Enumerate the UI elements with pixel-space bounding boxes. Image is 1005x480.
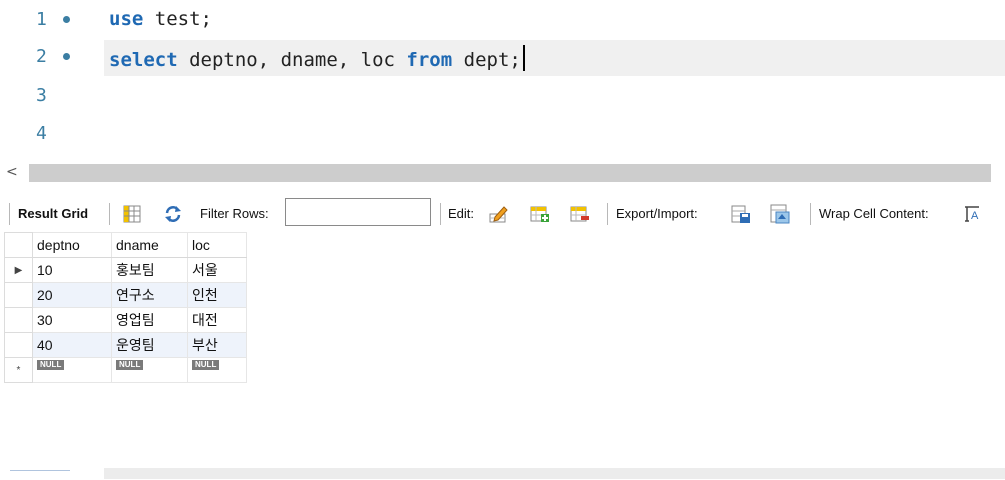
grid-view-icon[interactable] — [122, 204, 142, 224]
add-row-icon[interactable] — [530, 204, 550, 224]
table-cell[interactable]: NULL — [111, 357, 188, 383]
table-cell[interactable]: 연구소 — [111, 282, 188, 308]
table-row[interactable]: ▶ 10 홍보팀 서울 — [4, 257, 247, 283]
table-cell[interactable]: 서울 — [187, 257, 247, 283]
import-icon[interactable] — [770, 204, 790, 224]
delete-row-icon[interactable] — [570, 204, 590, 224]
code-text[interactable]: select deptno, dname, loc from dept; — [109, 45, 525, 71]
row-header[interactable]: ▶ — [4, 257, 33, 283]
current-row-arrow-icon: ▶ — [14, 264, 23, 276]
result-grid-tab[interactable]: Result Grid — [18, 206, 88, 221]
table-cell[interactable]: NULL — [32, 357, 112, 383]
edit-row-icon[interactable] — [489, 204, 509, 224]
toolbar-divider — [9, 203, 10, 225]
line-number: 1 — [36, 9, 47, 30]
refresh-icon[interactable] — [163, 204, 183, 224]
line-number: 3 — [36, 85, 47, 106]
toolbar-divider — [440, 203, 441, 225]
wrap-cell-label: Wrap Cell Content: — [819, 206, 929, 221]
filter-rows-label: Filter Rows: — [200, 206, 269, 221]
code-text[interactable]: use test; — [109, 8, 212, 30]
table-cell[interactable]: 부산 — [187, 332, 247, 358]
wrap-cell-icon[interactable]: A — [962, 204, 982, 224]
scroll-left-arrow-icon[interactable]: < — [6, 164, 18, 180]
row-header[interactable] — [4, 282, 33, 308]
statement-dot-icon — [63, 53, 70, 60]
toolbar-divider — [109, 203, 110, 225]
result-grid[interactable]: deptno dname loc ▶ 10 홍보팀 서울 20 연구소 인천 30 영업팀 대전 40 운… — [4, 232, 247, 383]
sql-keyword: use — [109, 8, 144, 30]
table-cell[interactable]: 40 — [32, 332, 112, 358]
row-header[interactable] — [4, 332, 33, 358]
column-header-loc[interactable]: loc — [187, 232, 247, 258]
table-cell[interactable]: 30 — [32, 307, 112, 333]
sql-text: test; — [143, 8, 212, 30]
sql-keyword: select — [109, 49, 178, 71]
grid-header-row: deptno dname loc — [4, 232, 247, 258]
editor-line[interactable]: 4 — [0, 117, 1005, 153]
table-cell[interactable]: 홍보팀 — [111, 257, 188, 283]
null-badge: NULL — [116, 360, 144, 370]
table-cell[interactable]: 운영팀 — [111, 332, 188, 358]
null-badge: NULL — [192, 360, 220, 370]
export-icon[interactable] — [731, 204, 751, 224]
line-number: 4 — [36, 123, 47, 144]
table-cell[interactable]: NULL — [187, 357, 247, 383]
table-cell[interactable]: 영업팀 — [111, 307, 188, 333]
line-number: 2 — [36, 46, 47, 67]
toolbar-divider — [607, 203, 608, 225]
new-row[interactable]: * NULL NULL NULL — [4, 357, 247, 383]
row-header-corner — [4, 232, 33, 258]
editor-line[interactable]: 2 select deptno, dname, loc from dept; — [0, 40, 1005, 76]
sql-text: dept; — [452, 49, 521, 71]
table-cell[interactable]: 20 — [32, 282, 112, 308]
text-caret — [522, 45, 525, 71]
row-header[interactable] — [4, 307, 33, 333]
scrollbar-thumb[interactable] — [29, 164, 991, 182]
bottom-panel-strip — [104, 468, 1005, 479]
sql-text: deptno, dname, loc — [177, 49, 407, 71]
column-header-dname[interactable]: dname — [111, 232, 188, 258]
filter-rows-input[interactable] — [285, 198, 431, 226]
row-header[interactable]: * — [4, 357, 33, 383]
editor-line[interactable]: 1 use test; — [0, 3, 1005, 39]
export-import-label: Export/Import: — [616, 206, 698, 221]
sql-editor[interactable]: 1 use test; 2 select deptno, dname, loc fro… — [0, 0, 1005, 160]
null-badge: NULL — [37, 360, 65, 370]
table-cell[interactable]: 인천 — [187, 282, 247, 308]
sql-keyword: from — [406, 49, 453, 71]
editor-horizontal-scrollbar[interactable]: < — [0, 162, 1005, 184]
result-toolbar: Result Grid Filter Rows: Edit: Export/Im… — [0, 198, 1005, 230]
table-cell[interactable]: 대전 — [187, 307, 247, 333]
column-header-deptno[interactable]: deptno — [32, 232, 112, 258]
table-row[interactable]: 20 연구소 인천 — [4, 282, 247, 308]
toolbar-divider — [810, 203, 811, 225]
table-row[interactable]: 40 운영팀 부산 — [4, 332, 247, 358]
svg-text:A: A — [971, 210, 979, 222]
table-row[interactable]: 30 영업팀 대전 — [4, 307, 247, 333]
statement-dot-icon — [63, 16, 70, 23]
edit-label: Edit: — [448, 206, 475, 221]
table-cell[interactable]: 10 — [32, 257, 112, 283]
editor-line[interactable]: 3 — [0, 79, 1005, 115]
new-row-marker-icon: * — [16, 364, 21, 376]
